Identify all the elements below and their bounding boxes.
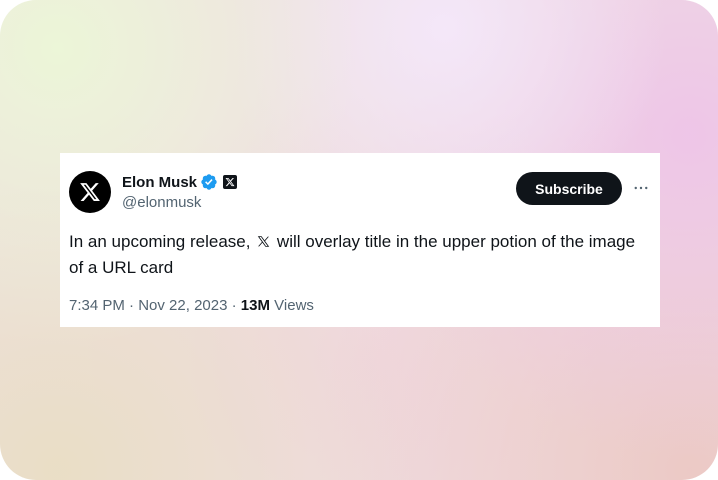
author-name[interactable]: Elon Musk xyxy=(122,174,197,191)
background-frame: Elon Musk @elonmusk Subscribe In an upco… xyxy=(0,0,718,480)
tweet-metadata: 7:34 PM · Nov 22, 2023 · 13M Views xyxy=(69,297,314,314)
tweet-time[interactable]: 7:34 PM xyxy=(69,297,125,314)
author-name-row: Elon Musk xyxy=(122,172,238,192)
avatar[interactable] xyxy=(69,171,111,213)
x-affiliate-badge-icon[interactable] xyxy=(223,175,238,189)
views-count[interactable]: 13M xyxy=(241,297,270,314)
tweet-card: Elon Musk @elonmusk Subscribe In an upco… xyxy=(60,153,660,327)
separator: · xyxy=(129,297,135,314)
views-label: Views xyxy=(274,297,314,314)
verified-badge-icon xyxy=(200,173,218,191)
tweet-text: In an upcoming release, will overlay tit… xyxy=(69,229,649,281)
author-handle[interactable]: @elonmusk xyxy=(122,194,201,211)
x-logo-icon xyxy=(80,183,100,201)
x-logo-icon xyxy=(257,236,270,247)
subscribe-button[interactable]: Subscribe xyxy=(516,172,622,205)
tweet-text-start: In an upcoming release, xyxy=(69,232,251,251)
more-options-icon[interactable] xyxy=(630,177,652,199)
tweet-date[interactable]: Nov 22, 2023 xyxy=(138,297,227,314)
separator: · xyxy=(231,297,237,314)
